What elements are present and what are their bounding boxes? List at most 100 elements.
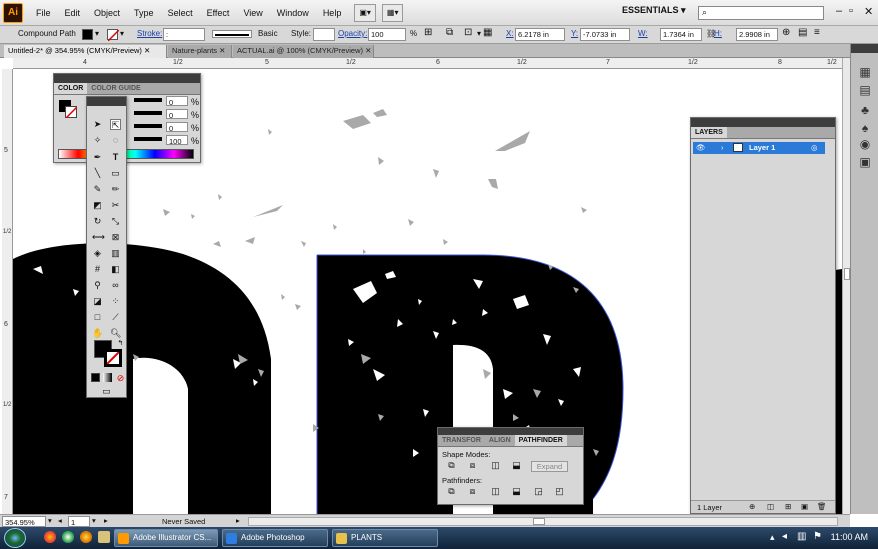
locate-object-icon[interactable]: ⊕	[749, 502, 755, 511]
tray-network-icon[interactable]: ▥	[797, 531, 806, 542]
panel-header[interactable]	[54, 74, 200, 83]
x-label[interactable]: X:	[506, 29, 514, 38]
opacity-field[interactable]: 100	[368, 28, 406, 41]
menu-object[interactable]: Object	[87, 8, 127, 18]
scissors-tool-icon[interactable]: ✂	[110, 200, 121, 211]
stroke-swatch[interactable]	[107, 29, 120, 42]
trim-icon[interactable]: ⧈	[467, 486, 478, 497]
taskbar-photoshop[interactable]: Adobe Photoshop	[222, 529, 328, 547]
new-layer-icon[interactable]: ▣	[801, 502, 808, 511]
cyan-field[interactable]: 0	[166, 96, 188, 106]
fill-dropdown-icon[interactable]: ▾	[95, 29, 99, 38]
tray-power-icon[interactable]: ⚑	[813, 531, 822, 542]
exclude-icon[interactable]: ⬓	[511, 460, 522, 471]
lasso-tool-icon[interactable]: ◌	[110, 135, 121, 146]
expand-arrow-icon[interactable]: ›	[721, 143, 724, 152]
tab-untitled-2[interactable]: Untitled-2* @ 354.95% (CMYK/Preview) ✕	[4, 45, 167, 58]
clipping-mask-icon[interactable]: ◫	[767, 502, 774, 511]
selection-tool-icon[interactable]: ➤	[92, 119, 103, 130]
line-tool-icon[interactable]: ╲	[92, 168, 103, 179]
free-transform-tool-icon[interactable]: ⊠	[110, 232, 121, 243]
chrome-icon[interactable]	[44, 531, 56, 543]
symbols-icon[interactable]: ♣	[857, 102, 873, 118]
next-artboard-icon[interactable]: ▸	[104, 516, 108, 525]
hand-tool-icon[interactable]: ✋	[92, 328, 103, 339]
minus-front-icon[interactable]: ⧈	[467, 460, 478, 471]
rectangle-tool-icon[interactable]: ▭	[110, 168, 121, 179]
close-icon[interactable]: ✕	[144, 46, 150, 55]
tab-color-guide[interactable]: COLOR GUIDE	[87, 83, 144, 94]
crop-icon[interactable]: ⬓	[511, 486, 522, 497]
swatches-icon[interactable]: ▤	[857, 82, 873, 98]
dock-header[interactable]	[851, 44, 878, 53]
tab-transform[interactable]: TRANSFOR	[438, 435, 485, 446]
black-slider-track[interactable]	[134, 137, 162, 141]
bridge-button[interactable]: ▣▾	[354, 3, 376, 22]
artboard-tool-icon[interactable]: □	[92, 312, 103, 323]
fill-swatch[interactable]	[82, 29, 93, 40]
chrome-canary-icon[interactable]	[62, 531, 74, 543]
visibility-eye-icon[interactable]: 👁︎	[696, 143, 706, 152]
horizontal-scrollbar[interactable]	[248, 517, 838, 526]
w-label[interactable]: W:	[638, 29, 648, 38]
y-label[interactable]: Y:	[571, 29, 578, 38]
scale-tool-icon[interactable]: ⤡	[110, 216, 121, 227]
tab-actual[interactable]: ACTUAL.ai @ 100% (CMYK/Preview) ✕	[233, 45, 374, 58]
blob-brush-tool-icon[interactable]: ◩	[92, 200, 103, 211]
tray-volume-icon[interactable]: ◂	[782, 531, 787, 542]
panel-header[interactable]	[87, 97, 126, 106]
black-field[interactable]: 100	[166, 135, 188, 145]
color-panel-icon[interactable]: ▦	[857, 64, 873, 80]
live-paint-tool-icon[interactable]: ◪	[92, 296, 103, 307]
h-label[interactable]: H:	[714, 29, 722, 38]
graph-tool-icon[interactable]: ▥	[110, 248, 121, 259]
transform-icon[interactable]: ⧉	[446, 27, 453, 38]
menu-edit[interactable]: Edit	[58, 8, 88, 18]
style-picker[interactable]	[313, 28, 335, 41]
expand-button[interactable]: Expand	[531, 461, 568, 472]
mesh-tool-icon[interactable]: #	[92, 264, 103, 275]
symbol-sprayer-tool-icon[interactable]: ⁘	[110, 296, 121, 307]
w-field[interactable]: 1.7364 in	[660, 28, 702, 41]
artboard-dropdown-icon[interactable]: ▾	[92, 516, 96, 525]
shape-builder-tool-icon[interactable]: ◈	[92, 248, 103, 259]
menu-help[interactable]: Help	[316, 8, 349, 18]
tray-notification-icon[interactable]: ▴	[770, 532, 775, 543]
magenta-slider-track[interactable]	[134, 111, 162, 115]
vertical-ruler[interactable]: 5 1/2 6 1/2 7	[2, 69, 13, 514]
type-tool-icon[interactable]: T	[110, 152, 121, 163]
panel-header[interactable]	[691, 118, 835, 127]
swap-colors-icon[interactable]: ↰	[115, 338, 126, 349]
tab-color[interactable]: COLOR	[54, 83, 88, 94]
brush-definition[interactable]: Basic	[258, 29, 278, 38]
gradient-mode-icon[interactable]	[103, 373, 112, 382]
zoom-dropdown-icon[interactable]: ▾	[48, 516, 52, 525]
first-artboard-icon[interactable]: ◂	[58, 516, 62, 525]
unite-icon[interactable]: ⧉	[446, 460, 457, 471]
reference-grid-icon[interactable]: ▦	[483, 27, 492, 38]
close-icon[interactable]: ✕	[219, 46, 225, 55]
scroll-thumb[interactable]	[533, 518, 545, 525]
align-to-icon[interactable]: ⊞	[424, 27, 432, 38]
firefox-icon[interactable]	[80, 531, 92, 543]
magenta-field[interactable]: 0	[166, 109, 188, 119]
taskbar-plants[interactable]: PLANTS	[332, 529, 438, 547]
reference-point-icon[interactable]: ⊡	[464, 27, 472, 38]
pencil-tool-icon[interactable]: ✏	[110, 184, 121, 195]
tab-nature-plants[interactable]: Nature-plants ✕	[168, 45, 232, 58]
panel-header[interactable]	[438, 428, 583, 435]
merge-icon[interactable]: ◫	[490, 486, 501, 497]
tab-pathfinder[interactable]: PATHFINDER	[514, 435, 567, 446]
close-icon[interactable]: ✕	[864, 5, 873, 18]
target-icon[interactable]: ◎	[811, 143, 818, 152]
tab-layers[interactable]: LAYERS	[691, 127, 727, 138]
stroke-label[interactable]: Stroke:	[137, 29, 162, 38]
vertical-scrollbar[interactable]	[842, 58, 850, 514]
pen-tool-icon[interactable]: ✒	[92, 152, 103, 163]
appearance-icon[interactable]: ▣	[857, 154, 873, 170]
menu-file[interactable]: File	[29, 8, 58, 18]
opacity-label[interactable]: Opacity:	[338, 29, 367, 38]
menu-type[interactable]: Type	[127, 8, 161, 18]
width-tool-icon[interactable]: ⟷	[92, 232, 105, 243]
layer-name[interactable]: Layer 1	[749, 143, 775, 152]
